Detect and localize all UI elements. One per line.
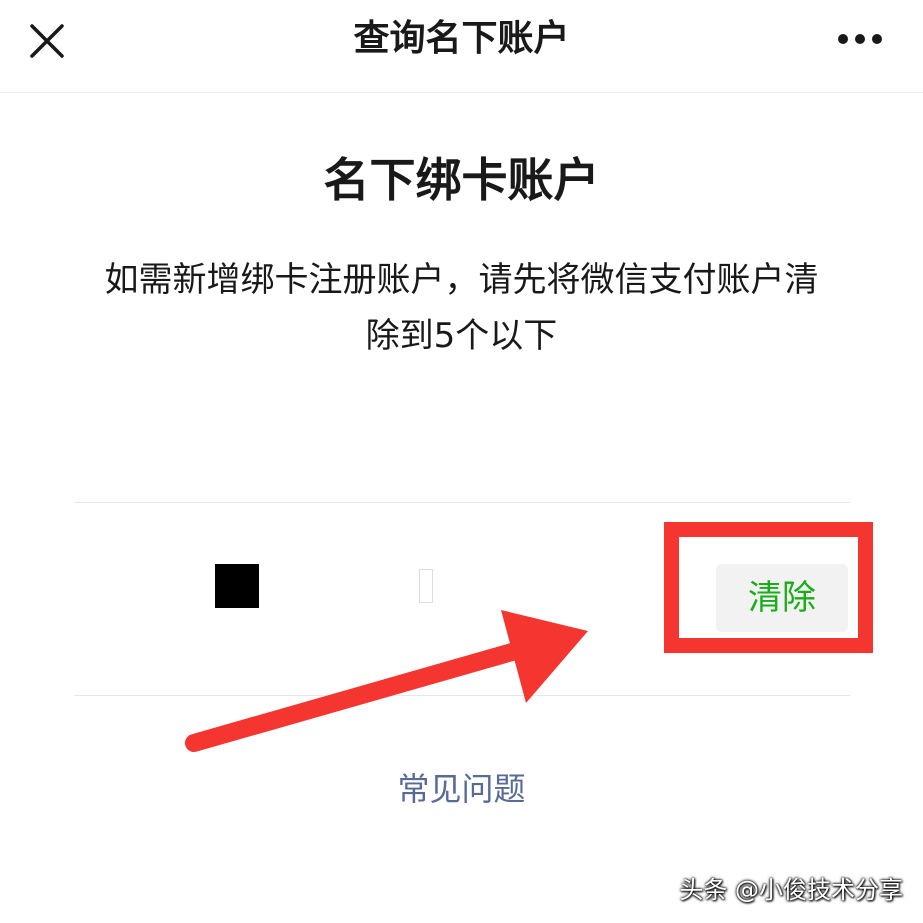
divider-bottom [74, 695, 850, 696]
faq-link[interactable]: 常见问题 [0, 764, 923, 814]
more-icon [838, 34, 882, 44]
account-number-redacted [419, 569, 433, 603]
watermark: 头条 @小俊技术分享 [679, 876, 903, 904]
bank-logo [215, 564, 259, 608]
navbar: 查询名下账户 [0, 0, 923, 93]
page: 查询名下账户 名下绑卡账户 如需新增绑卡注册账户，请先将微信支付账户清除到5个以… [0, 0, 923, 923]
more-button[interactable] [832, 22, 888, 56]
page-title: 查询名下账户 [353, 18, 570, 59]
section-heading: 名下绑卡账户 [323, 153, 600, 207]
account-row: 清除 [74, 503, 850, 695]
account-name-redacted [266, 567, 406, 607]
clear-button[interactable]: 清除 [716, 564, 848, 632]
description-text: 如需新增绑卡注册账户，请先将微信支付账户清除到5个以下 [104, 260, 819, 356]
